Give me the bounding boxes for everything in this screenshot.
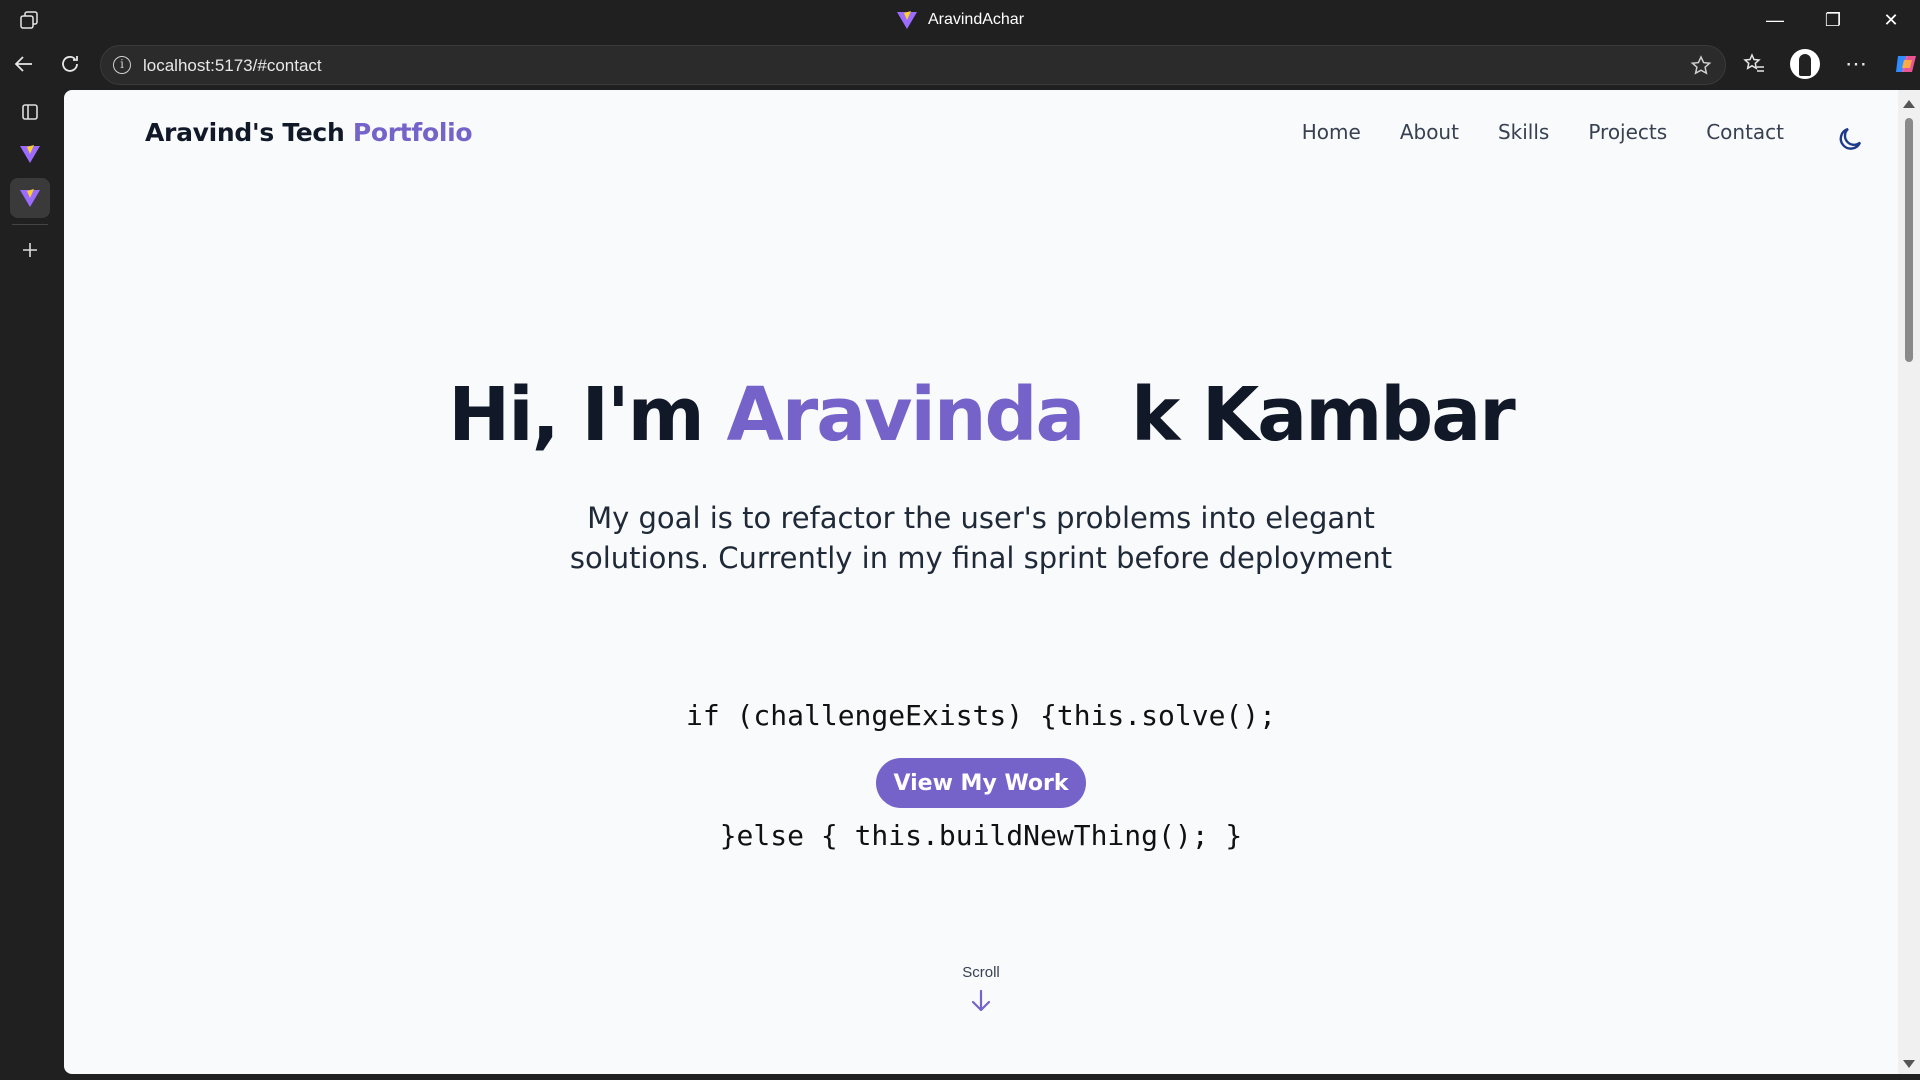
code-line-2: }else { this.buildNewThing(); } [719, 819, 1243, 852]
favorites-icon [1743, 53, 1764, 72]
hero-subtitle-line1: My goal is to refactor the user's proble… [587, 501, 1375, 535]
new-tab-button[interactable] [10, 230, 50, 270]
hero-name-rest: k Kambar [1130, 372, 1516, 458]
scroll-down-arrow[interactable] [1903, 1060, 1915, 1068]
more-menu-button[interactable]: ⋯ [1842, 50, 1870, 78]
code-line-1: if (challengeExists) {this.solve(); [685, 699, 1276, 732]
hero-name-accent: Aravinda [726, 372, 1086, 458]
site-info-icon[interactable]: i [113, 56, 131, 74]
nav-about[interactable]: About [1400, 120, 1459, 144]
hero-title: Hi, I'm Aravinda k Kambar [64, 372, 1898, 458]
hero-greeting: Hi, I'm [448, 372, 727, 458]
arrow-down-icon[interactable] [969, 988, 993, 1014]
restore-button[interactable]: ❐ [1804, 0, 1862, 40]
plus-icon [23, 243, 37, 257]
vite-logo-icon [20, 189, 40, 207]
back-arrow-icon [14, 56, 32, 72]
nav-projects[interactable]: Projects [1588, 120, 1667, 144]
brand-prefix: Aravind's Tech [145, 118, 353, 147]
vite-logo-icon [20, 145, 40, 163]
page-viewport: Aravind's Tech Portfolio Home About Skil… [64, 90, 1898, 1074]
profile-avatar[interactable] [1790, 49, 1820, 79]
favorites-button[interactable] [1740, 50, 1768, 78]
nav-home[interactable]: Home [1302, 120, 1361, 144]
tab-separator [12, 224, 48, 225]
brand-accent: Portfolio [352, 118, 473, 147]
address-bar[interactable]: i localhost:5173/#contact [100, 45, 1726, 85]
tab-vite-active[interactable] [10, 178, 50, 218]
back-button[interactable] [10, 50, 38, 78]
browser-toolbar: i localhost:5173/#contact ⋯ [0, 40, 1920, 88]
moon-icon[interactable] [1836, 124, 1866, 154]
hero-subtitle-line2: solutions. Currently in my final sprint … [569, 541, 1393, 575]
tab-vite-1[interactable] [10, 134, 50, 174]
site-nav: Home About Skills Projects Contact [1302, 120, 1784, 144]
reload-button[interactable] [56, 50, 84, 78]
favorite-star-icon[interactable] [1689, 54, 1713, 78]
reload-icon [62, 56, 78, 72]
vite-logo-icon [896, 11, 917, 29]
copilot-button[interactable] [1892, 50, 1920, 78]
page-scrollbar[interactable] [1898, 90, 1920, 1074]
minimize-button[interactable]: — [1746, 0, 1804, 40]
sidebar-panel-icon [22, 104, 38, 120]
window-title: AravindAchar [927, 11, 1025, 28]
close-button[interactable]: ✕ [1862, 0, 1920, 40]
view-my-work-button[interactable]: View My Work [876, 758, 1086, 808]
copilot-icon [1896, 56, 1916, 72]
vertical-tab-strip [0, 88, 64, 1080]
url-text[interactable]: localhost:5173/#contact [143, 46, 322, 86]
site-brand[interactable]: Aravind's Tech Portfolio [145, 118, 473, 147]
nav-skills[interactable]: Skills [1498, 120, 1549, 144]
scrollbar-thumb[interactable] [1905, 118, 1913, 362]
scroll-label: Scroll [962, 964, 1000, 981]
nav-contact[interactable]: Contact [1706, 120, 1784, 144]
hero-subtitle: My goal is to refactor the user's proble… [64, 498, 1898, 578]
tab-actions-button[interactable] [10, 92, 50, 132]
scroll-up-arrow[interactable] [1903, 100, 1915, 108]
browser-title-bar: AravindAchar — ❐ ✕ [0, 0, 1920, 40]
